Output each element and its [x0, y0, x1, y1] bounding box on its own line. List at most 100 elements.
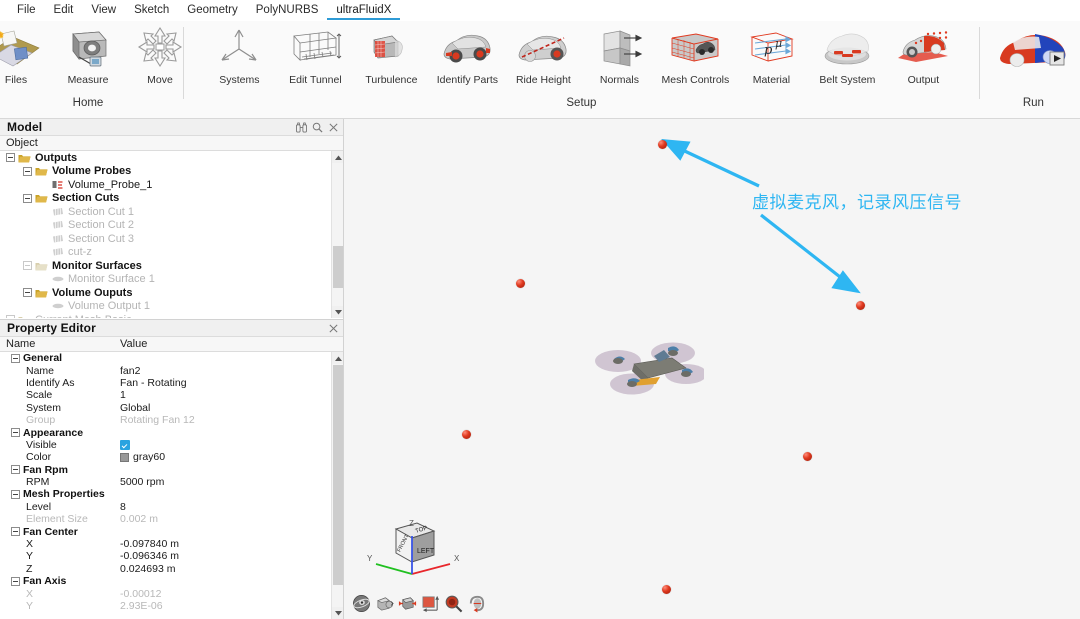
quadcopter-drone-model[interactable] [594, 334, 704, 404]
ribbon-button-systems[interactable]: Systems [201, 21, 277, 95]
probe-marker[interactable] [662, 585, 671, 594]
property-row[interactable]: Y -0.096346 m [0, 550, 343, 562]
tree-node[interactable]: cut-z [0, 246, 343, 260]
close-icon[interactable] [328, 122, 339, 133]
scroll-down-arrow[interactable] [332, 306, 343, 318]
color-swatch[interactable] [120, 452, 129, 462]
model-tree[interactable]: Outputs Volume Probes Volume_Probe_1 Sectio… [0, 151, 343, 318]
orbit-icon[interactable] [352, 594, 371, 613]
property-row[interactable]: Identify As Fan - Rotating [0, 377, 343, 389]
zoom-window-icon[interactable] [421, 594, 440, 613]
ribbon-button-ride-height[interactable]: Ride Height [505, 21, 581, 95]
scroll-thumb[interactable] [333, 365, 343, 585]
ribbon-button-files[interactable]: Files [0, 21, 52, 95]
menu-item-view[interactable]: View [82, 1, 125, 20]
menu-item-edit[interactable]: Edit [45, 1, 83, 20]
visible-checkbox[interactable] [120, 439, 130, 450]
property-group-row[interactable]: Appearance [0, 426, 343, 439]
ribbon-button-normals[interactable]: Normals [581, 21, 657, 95]
tree-node[interactable]: Monitor Surfaces [0, 259, 343, 273]
property-expander[interactable] [11, 428, 20, 438]
menu-item-file[interactable]: File [8, 1, 45, 20]
property-expander[interactable] [11, 576, 20, 586]
tree-expander[interactable] [6, 315, 15, 318]
tree-node[interactable]: Outputs [0, 151, 343, 165]
probe-marker[interactable] [462, 430, 471, 439]
property-row[interactable]: X -0.00012 [0, 587, 343, 600]
tree-expander[interactable] [23, 261, 32, 271]
tree-node[interactable]: Volume Probes [0, 165, 343, 179]
property-row[interactable]: X -0.097840 m [0, 538, 343, 550]
property-row[interactable]: Name fan2 [0, 364, 343, 377]
zoom-icon[interactable] [444, 594, 463, 613]
property-group-row[interactable]: Fan Axis [0, 575, 343, 587]
property-expander[interactable] [11, 489, 20, 499]
property-expander[interactable] [11, 353, 20, 363]
tree-expander[interactable] [23, 166, 32, 176]
tree-node[interactable]: Volume Output 1 [0, 300, 343, 314]
tree-node[interactable]: Volume_Probe_1 [0, 178, 343, 192]
menu-item-geometry[interactable]: Geometry [178, 1, 247, 20]
ribbon-button-mesh-controls[interactable]: Mesh Controls [657, 21, 733, 95]
ribbon-button-run[interactable] [989, 21, 1077, 95]
property-row[interactable]: Element Size 0.002 m [0, 513, 343, 525]
probe-marker[interactable] [516, 279, 525, 288]
probe-marker[interactable] [803, 452, 812, 461]
property-group-row[interactable]: Mesh Properties [0, 488, 343, 500]
tree-expander[interactable] [6, 153, 15, 163]
property-group-row[interactable]: General [0, 352, 343, 364]
property-scrollbar[interactable] [331, 352, 343, 619]
scroll-up-arrow[interactable] [332, 151, 343, 163]
tree-node[interactable]: Current Mesh Basic [0, 313, 343, 318]
probe-marker[interactable] [658, 140, 667, 149]
ribbon-button-material[interactable]: p μ Material [733, 21, 809, 95]
property-group-row[interactable]: Fan Rpm [0, 464, 343, 476]
tree-node[interactable]: Section Cuts [0, 192, 343, 206]
ribbon-label-edit-tunnel: Edit Tunnel [289, 74, 342, 86]
ribbon-label-systems: Systems [219, 74, 260, 86]
menu-item-polynurbs[interactable]: PolyNURBS [247, 1, 328, 20]
tree-expander[interactable] [23, 288, 32, 298]
probe-marker[interactable] [856, 301, 865, 310]
ribbon-button-edit-tunnel[interactable]: Edit Tunnel [277, 21, 353, 95]
tree-node[interactable]: Section Cut 3 [0, 232, 343, 246]
property-row[interactable]: Visible [0, 439, 343, 451]
ribbon-button-move[interactable]: Move [124, 21, 196, 95]
property-row[interactable]: Color gray60 [0, 451, 343, 463]
tree-node[interactable]: Monitor Surface 1 [0, 273, 343, 287]
3d-viewport[interactable]: 虚拟麦克风，记录风压信号 TOP FRONT LEFT X Y Z [344, 119, 1080, 619]
ribbon-button-measure[interactable]: Measure [52, 21, 124, 95]
property-group-row[interactable]: Fan Center [0, 525, 343, 538]
property-row[interactable]: Scale 1 [0, 389, 343, 401]
tree-node[interactable]: Volume Ouputs [0, 286, 343, 300]
rotate-view-icon[interactable] [467, 594, 486, 613]
property-row[interactable]: RPM 5000 rpm [0, 476, 343, 488]
ribbon-button-identify-parts[interactable]: Identify Parts [429, 21, 505, 95]
fit-view-icon[interactable] [398, 594, 417, 613]
ribbon-button-turbulence[interactable]: Turbulence [353, 21, 429, 95]
menu-item-sketch[interactable]: Sketch [125, 1, 178, 20]
property-list[interactable]: General Name fan2 Identify As Fan - Rotating… [0, 352, 343, 619]
property-row[interactable]: Group Rotating Fan 12 [0, 414, 343, 426]
property-row[interactable]: Level 8 [0, 501, 343, 513]
property-row[interactable]: Z 0.024693 m [0, 563, 343, 575]
tree-node[interactable]: Section Cut 1 [0, 205, 343, 219]
view-cube[interactable]: TOP FRONT LEFT X Y Z [354, 512, 474, 587]
binoculars-icon[interactable] [296, 121, 307, 133]
pan-icon[interactable] [375, 594, 394, 613]
property-expander[interactable] [11, 465, 20, 475]
property-row[interactable]: System Global [0, 402, 343, 414]
ribbon-button-belt-system[interactable]: Belt System [809, 21, 885, 95]
property-expander[interactable] [11, 527, 20, 537]
search-icon[interactable] [312, 122, 323, 133]
scroll-thumb[interactable] [333, 246, 343, 288]
menu-item-ultrafluidx[interactable]: ultraFluidX [327, 1, 401, 20]
tree-node[interactable]: Section Cut 2 [0, 219, 343, 233]
model-tree-scrollbar[interactable] [331, 151, 343, 318]
tree-expander[interactable] [23, 193, 32, 203]
scroll-up-arrow[interactable] [332, 352, 343, 364]
close-icon[interactable] [328, 323, 339, 334]
property-row[interactable]: Y 2.93E-06 [0, 600, 343, 612]
scroll-down-arrow[interactable] [332, 607, 343, 619]
ribbon-button-output[interactable]: Output [885, 21, 961, 95]
